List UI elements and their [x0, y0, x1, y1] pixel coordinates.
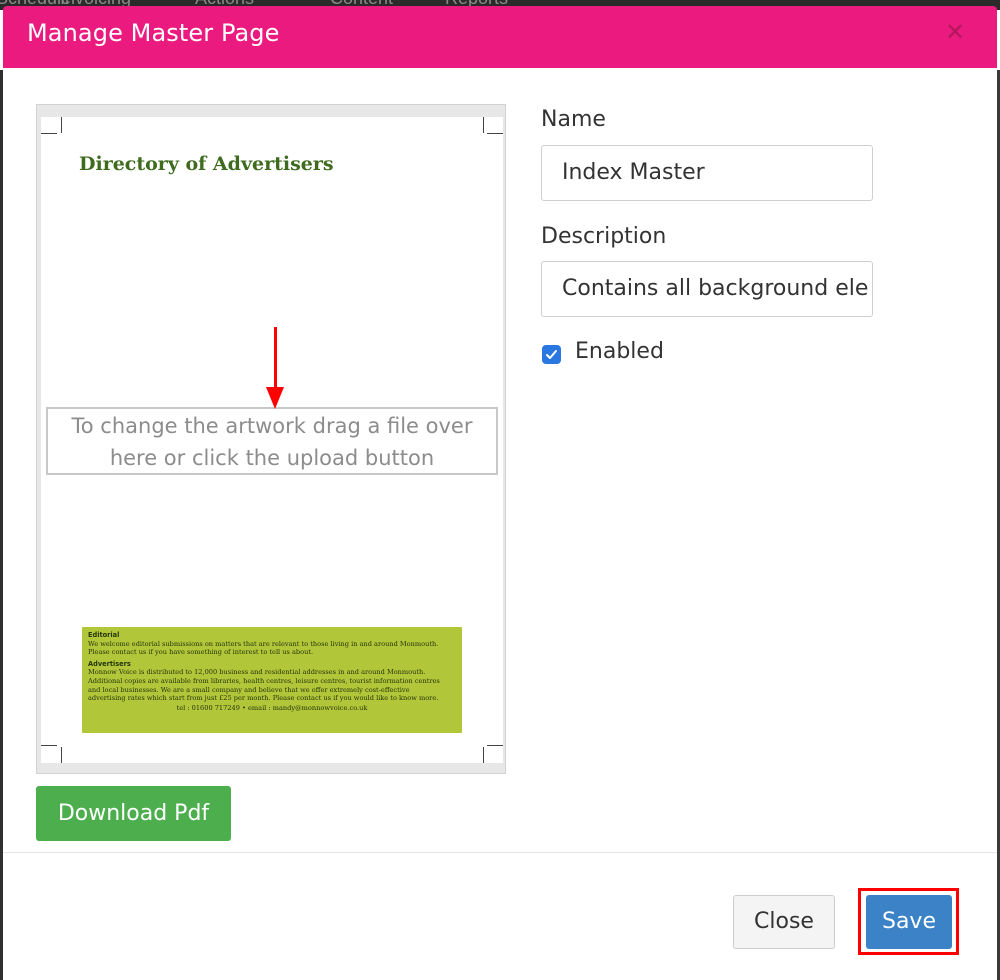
- master-page-preview[interactable]: Directory of Advertisers To change the a…: [36, 104, 506, 774]
- crop-mark: [487, 133, 503, 134]
- crop-mark: [41, 745, 57, 746]
- close-icon[interactable]: ✕: [941, 18, 969, 46]
- info-contact: tel : 01600 717249 • email : mandy@monno…: [176, 703, 368, 712]
- drop-hint-line: To change the artwork drag a file over: [71, 414, 473, 438]
- crop-mark: [483, 117, 484, 133]
- modal-header: Manage Master Page ✕: [3, 6, 997, 68]
- description-input[interactable]: Contains all background ele: [541, 261, 873, 317]
- annotation-arrow: [274, 327, 277, 391]
- name-input[interactable]: Index Master: [541, 145, 873, 201]
- description-label: Description: [541, 224, 667, 249]
- crop-mark: [61, 747, 62, 763]
- annotation-arrow-head: [266, 387, 284, 409]
- name-label: Name: [541, 107, 606, 132]
- footer-divider: [3, 852, 997, 853]
- backdrop-edge: [0, 70, 3, 980]
- artwork-drop-zone[interactable]: To change the artwork drag a file over h…: [46, 407, 498, 475]
- crop-mark: [41, 133, 57, 134]
- enabled-label[interactable]: Enabled: [575, 339, 664, 364]
- page-heading: Directory of Advertisers: [79, 153, 334, 175]
- page-thumbnail: Directory of Advertisers To change the a…: [41, 117, 503, 763]
- modal-title: Manage Master Page: [27, 19, 280, 47]
- info-heading: Advertisers: [88, 659, 131, 668]
- info-text: and local businesses. We are a small com…: [88, 685, 410, 694]
- drop-hint-line: here or click the upload button: [109, 446, 435, 470]
- info-text: Please contact us if you have something …: [88, 648, 314, 657]
- checkmark-icon: [546, 350, 557, 359]
- info-text: Monnow Voice is distributed to 12,000 bu…: [88, 668, 426, 677]
- info-heading: Editorial: [88, 631, 120, 639]
- info-text: We welcome editorial submissions on matt…: [88, 639, 439, 648]
- info-text: advertising rates which start from just …: [88, 694, 439, 703]
- close-button[interactable]: Close: [733, 895, 835, 949]
- download-pdf-button[interactable]: Download Pdf: [36, 786, 231, 841]
- info-text: Additional copies are available from lib…: [88, 676, 440, 685]
- crop-mark: [483, 747, 484, 763]
- save-button[interactable]: Save: [866, 895, 952, 949]
- info-box: Editorial We welcome editorial submissio…: [82, 627, 462, 733]
- crop-mark: [61, 117, 62, 133]
- enabled-checkbox[interactable]: [542, 345, 561, 364]
- crop-mark: [487, 745, 503, 746]
